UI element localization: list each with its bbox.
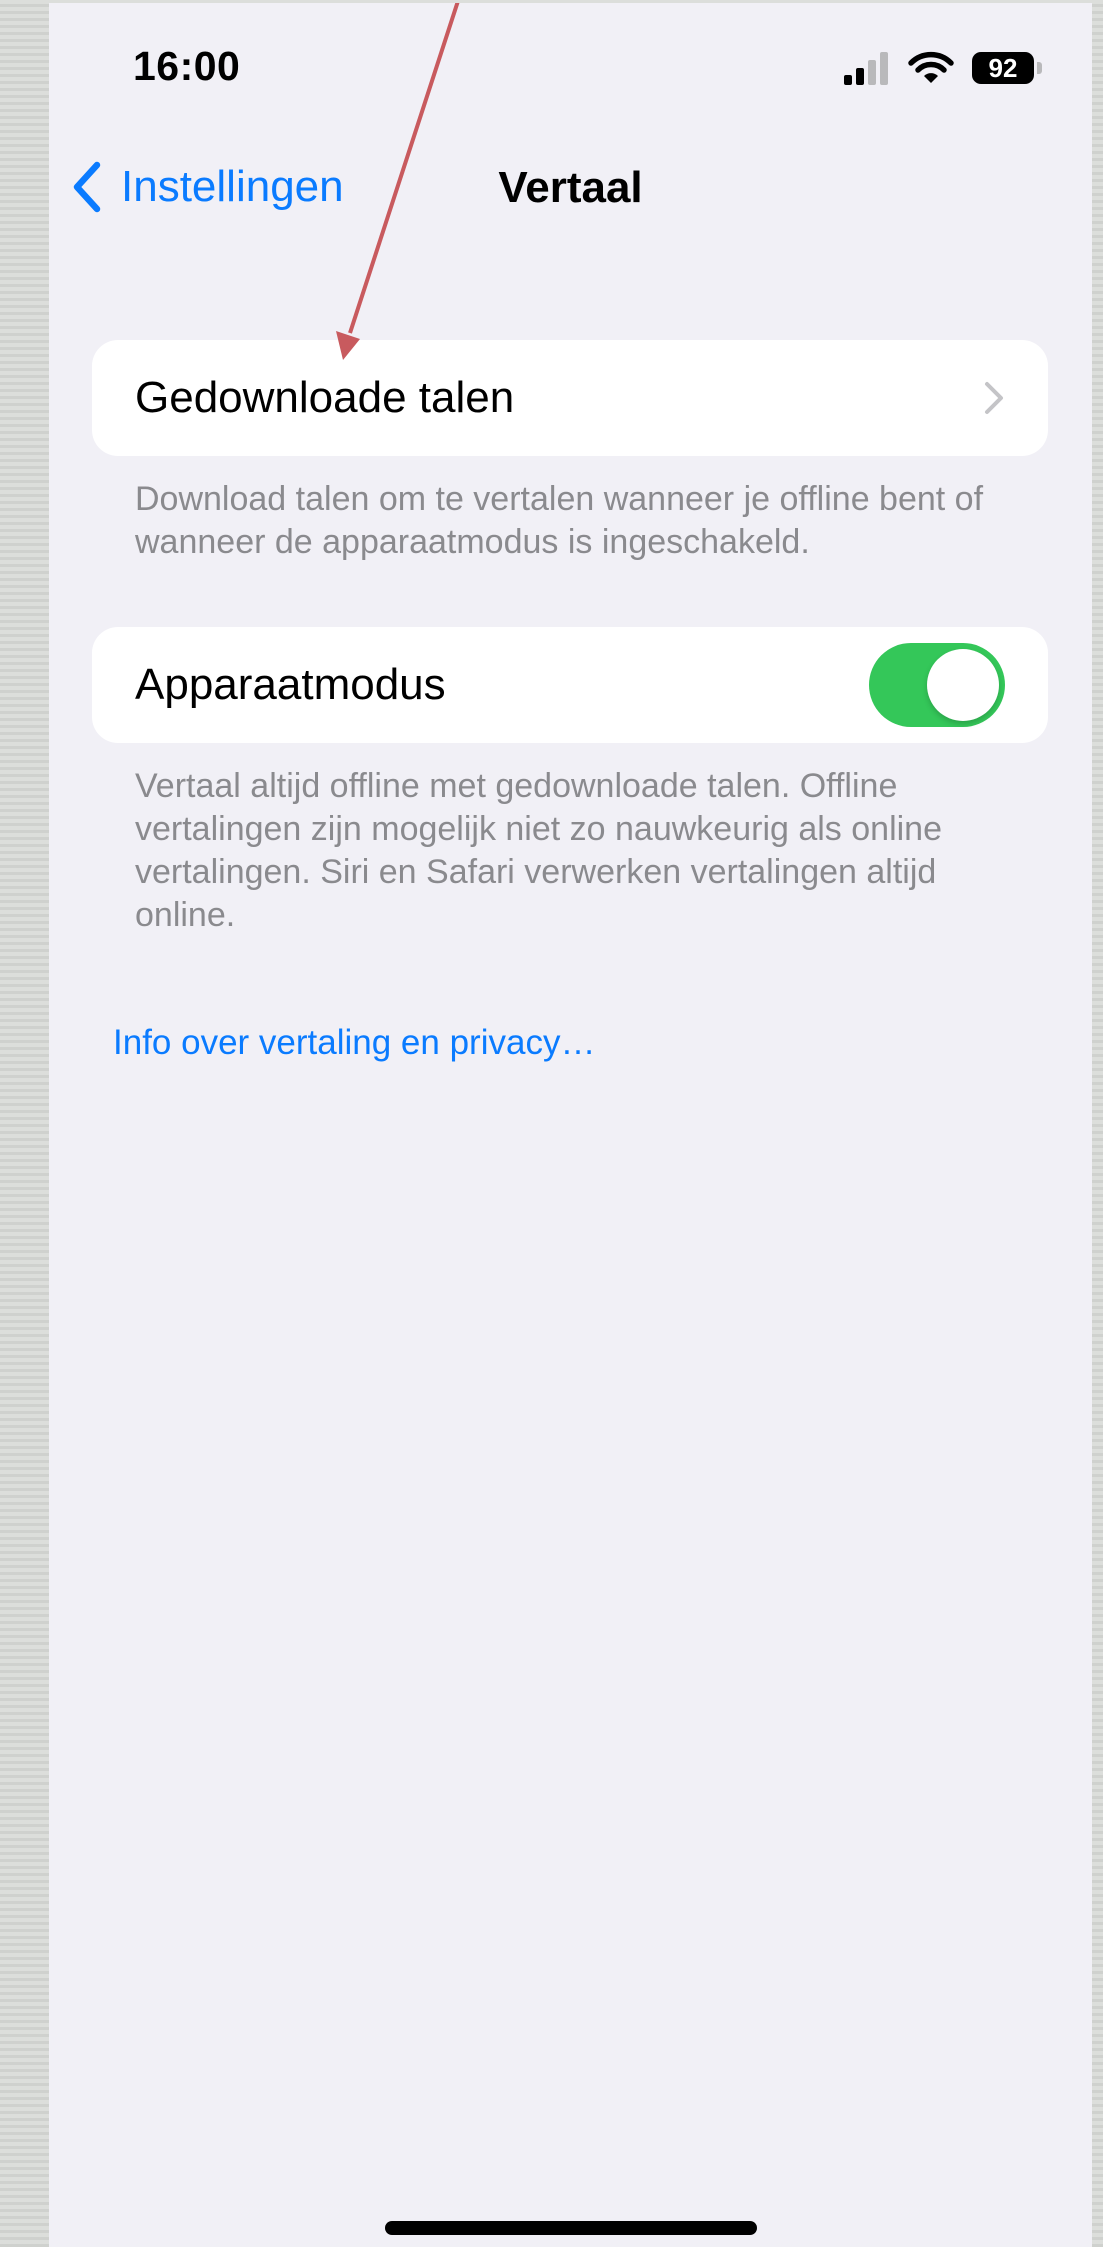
page-title: Vertaal xyxy=(498,163,643,212)
signal-icon xyxy=(844,52,888,85)
navigation-bar: Instellingen Vertaal xyxy=(49,143,1092,238)
downloaded-languages-label: Gedownloade talen xyxy=(135,373,515,422)
device-mode-footer: Vertaal altijd offline met gedownloade t… xyxy=(135,767,943,934)
battery-level: 92 xyxy=(988,53,1018,83)
wifi-icon xyxy=(908,51,954,83)
battery-icon: 92 xyxy=(972,52,1034,84)
chevron-right-icon xyxy=(985,382,1003,414)
device-mode-label: Apparaatmodus xyxy=(135,660,446,709)
device-mode-row: Apparaatmodus xyxy=(92,627,1048,743)
battery-cap xyxy=(1037,62,1042,74)
downloaded-languages-row[interactable]: Gedownloade talen xyxy=(92,340,1048,456)
phone-screen: 16:00 92 Instellingen Vertaal Gedownload… xyxy=(49,3,1092,2247)
status-time: 16:00 xyxy=(133,43,241,89)
privacy-info-link[interactable]: Info over vertaling en privacy… xyxy=(113,1023,595,1063)
toggle-knob xyxy=(927,649,999,721)
status-bar: 16:00 92 xyxy=(49,3,1092,133)
home-indicator[interactable] xyxy=(385,2221,757,2235)
downloaded-languages-footer: Download talen om te vertalen wanneer je… xyxy=(135,480,984,561)
device-mode-toggle[interactable] xyxy=(869,643,1005,727)
status-icons: 92 xyxy=(842,51,1042,85)
